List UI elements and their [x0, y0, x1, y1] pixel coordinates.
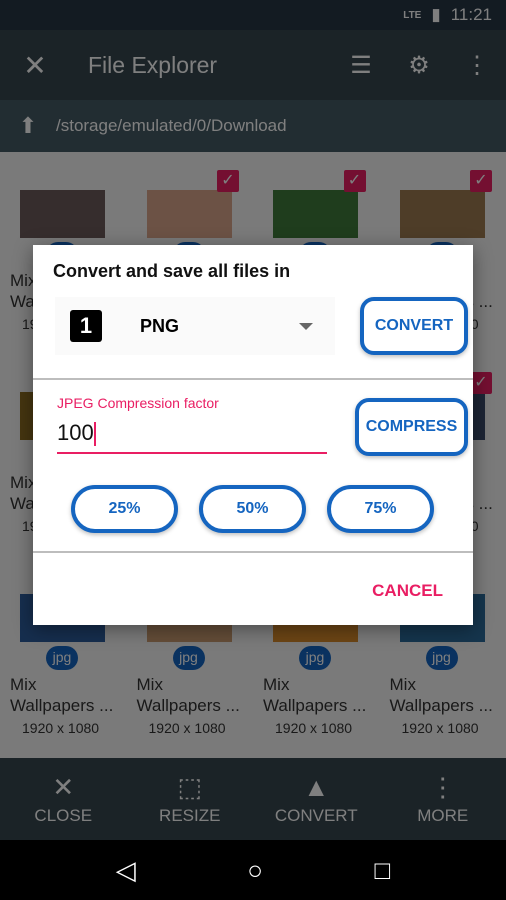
convert-dialog: Convert and save all files in 1 PNG CONV…	[33, 245, 473, 625]
preset-50-button[interactable]: 50%	[199, 485, 306, 533]
recents-icon[interactable]: □	[375, 855, 391, 886]
format-spinner[interactable]: 1 PNG	[55, 297, 335, 355]
compression-input[interactable]: 100	[57, 420, 327, 454]
preset-75-button[interactable]: 75%	[327, 485, 434, 533]
compress-button[interactable]: COMPRESS	[355, 398, 468, 456]
dropdown-caret-icon	[299, 322, 313, 330]
format-number-icon: 1	[70, 310, 102, 342]
back-icon[interactable]: ◁	[116, 855, 136, 886]
cancel-button[interactable]: CANCEL	[372, 581, 443, 601]
convert-button[interactable]: CONVERT	[360, 297, 468, 355]
compression-label: JPEG Compression factor	[57, 395, 219, 411]
nav-bar: ◁ ○ □	[0, 840, 506, 900]
preset-25-button[interactable]: 25%	[71, 485, 178, 533]
divider	[33, 551, 473, 553]
home-icon[interactable]: ○	[247, 855, 263, 886]
divider	[33, 378, 473, 380]
compression-value: 100	[57, 420, 94, 445]
format-value: PNG	[140, 315, 180, 336]
dialog-title: Convert and save all files in	[53, 261, 291, 281]
